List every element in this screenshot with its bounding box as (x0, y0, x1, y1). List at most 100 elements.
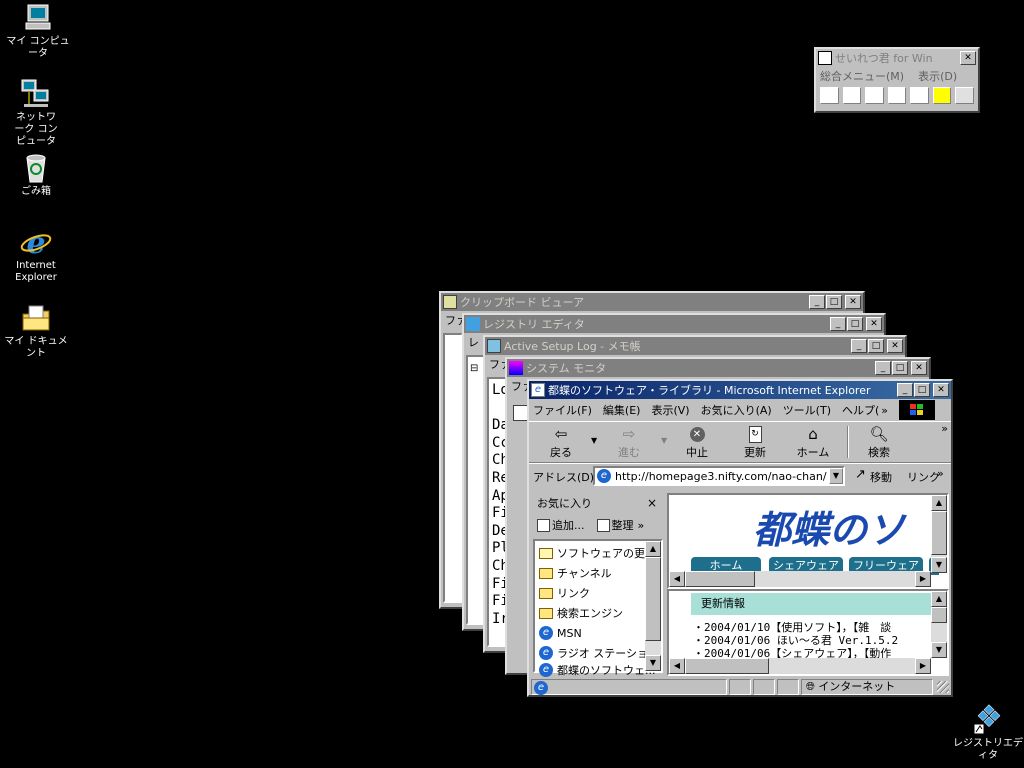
desktop-icon-recycle-bin[interactable]: ごみ箱 (0, 152, 72, 198)
favorites-list[interactable]: ソフトウェアの更... チャンネル リンク 検索エンジン e MSN e ラジオ ス… (533, 539, 663, 677)
close-button[interactable]: ✕ (866, 317, 882, 331)
cascade-icon[interactable] (820, 87, 839, 104)
tile-three-icon[interactable] (887, 87, 907, 104)
favorites-close-button[interactable]: × (647, 496, 657, 510)
tree-expander[interactable]: ⊟ (470, 363, 478, 374)
notepad-titlebar[interactable]: Active Setup Log - メモ帳 _ □ ✕ (485, 337, 905, 355)
tile-grid-icon[interactable] (910, 87, 929, 104)
scroll-thumb[interactable] (685, 571, 755, 587)
page-frame-top[interactable]: 都蝶のソ ホーム シェアウェア フリーウェア ▲ ▼ ◀ ▶ (667, 493, 949, 589)
scroll-right-button[interactable]: ▶ (915, 658, 931, 674)
refresh-button[interactable]: ↻ 更新 (735, 424, 775, 460)
desktop-icon-my-documents[interactable]: マイ ドキュメント (0, 302, 72, 360)
forward-button[interactable]: ⇨ 進む (609, 424, 649, 460)
close-button[interactable]: ✕ (911, 361, 927, 375)
maximize-button[interactable]: □ (914, 383, 930, 397)
page-frame-news[interactable]: 更新情報 ・2004/01/10【使用ソフト】，【雑 談 ・2004/01/06… (667, 589, 949, 676)
favorites-scrollbar[interactable]: ▲ ▼ (645, 541, 661, 671)
scroll-right-button[interactable]: ▶ (915, 571, 931, 587)
news-scrollbar-v[interactable]: ▲ ▼ (931, 591, 947, 658)
search-label: 検索 (868, 446, 890, 459)
scroll-down-button[interactable]: ▼ (931, 642, 947, 658)
minimize-button[interactable]: _ (897, 383, 913, 397)
sysmon-titlebar[interactable]: システム モニタ _ □ ✕ (507, 359, 929, 377)
minimize-button[interactable]: _ (851, 339, 867, 353)
menu-item-help[interactable]: ヘルプ( (842, 402, 879, 418)
scroll-thumb[interactable] (931, 511, 947, 555)
news-item[interactable]: ・2004/01/06 ほい～る君 Ver.1.5.2 (693, 634, 898, 647)
menu-more-chevron[interactable]: » (881, 404, 888, 417)
maximize-button[interactable]: □ (868, 339, 884, 353)
desktop-icon-internet-explorer[interactable]: e Internet Explorer (0, 226, 72, 284)
back-dropdown-icon[interactable]: ▼ (591, 436, 597, 445)
minimize-button[interactable]: _ (809, 295, 825, 309)
maximize-button[interactable]: □ (847, 317, 863, 331)
desktop-icon-network[interactable]: ネットワーク コンピュータ (0, 78, 72, 148)
maximize-button[interactable]: □ (826, 295, 842, 309)
address-input[interactable]: e http://homepage3.nifty.com/nao-chan/ (593, 466, 845, 486)
tile-horizontal-icon[interactable] (842, 87, 862, 104)
scroll-down-button[interactable]: ▼ (931, 557, 947, 573)
menu-item-view[interactable]: 表示(D) (918, 68, 957, 84)
news-item[interactable]: ・2004/01/10【使用ソフト】，【雑 談 (693, 621, 898, 634)
list-item[interactable]: 検索エンジン (535, 603, 661, 623)
search-button[interactable]: 🔍︎ 検索 (859, 424, 899, 460)
stop-button[interactable]: ✕ 中止 (677, 424, 717, 460)
add-favorite-button[interactable]: 追加... (552, 517, 585, 533)
close-button[interactable]: ✕ (960, 51, 976, 65)
seiretsu-titlebar[interactable]: せいれつ君 for Win ✕ (816, 49, 978, 67)
scroll-up-button[interactable]: ▲ (931, 495, 947, 511)
minimize-button[interactable]: _ (830, 317, 846, 331)
links-more-chevron[interactable]: » (937, 467, 944, 480)
menu-item-edit[interactable]: 編集(E) (603, 402, 641, 418)
scroll-down-button[interactable]: ▼ (645, 655, 661, 671)
desktop-icon-my-computer[interactable]: マイ コンピュータ (2, 2, 74, 60)
list-item[interactable]: チャンネル (535, 563, 661, 583)
toolbar-more-chevron[interactable]: » (941, 422, 948, 435)
maximize-button[interactable]: □ (892, 361, 908, 375)
ie-titlebar[interactable]: e 都蝶のソフトウェア・ライブラリ - Microsoft Internet E… (529, 381, 951, 399)
scroll-thumb[interactable] (685, 658, 769, 674)
close-button[interactable]: ✕ (845, 295, 861, 309)
scroll-up-button[interactable]: ▲ (645, 541, 661, 557)
tile-vertical-icon[interactable] (865, 87, 884, 104)
scroll-left-button[interactable]: ◀ (669, 571, 685, 587)
regedit-titlebar[interactable]: レジストリ エディタ _ □ ✕ (464, 315, 884, 333)
settings-icon[interactable] (955, 87, 975, 104)
scroll-up-button[interactable]: ▲ (931, 591, 947, 607)
close-button[interactable]: ✕ (887, 339, 903, 353)
menu-item-registry[interactable]: レ (468, 334, 479, 350)
go-button[interactable]: 移動 (870, 469, 892, 485)
list-item[interactable]: e ラジオ ステーショ... (535, 643, 661, 663)
minimize-button[interactable]: _ (875, 361, 891, 375)
menu-item-favorites[interactable]: お気に入り(A) (701, 402, 772, 418)
page-scrollbar-h[interactable]: ◀ ▶ (669, 571, 931, 587)
close-button[interactable]: ✕ (933, 383, 949, 397)
resize-grip-icon[interactable] (937, 681, 949, 693)
list-item[interactable]: リンク (535, 583, 661, 603)
favorites-more-chevron[interactable]: » (638, 519, 645, 532)
clipboard-titlebar[interactable]: クリップボード ビューア _ □ ✕ (441, 293, 863, 311)
scroll-thumb[interactable] (931, 607, 947, 623)
menu-item-tools[interactable]: ツール(T) (783, 402, 831, 418)
home-button[interactable]: ⌂ ホーム (793, 424, 833, 460)
menu-item-general[interactable]: 総合メニュー(M) (820, 68, 904, 84)
desktop-icon-regedit[interactable]: レジストリエディタ (952, 704, 1024, 762)
address-dropdown-button[interactable]: ▼ (829, 468, 843, 484)
page-scrollbar-v[interactable]: ▲ ▼ (931, 495, 947, 573)
list-item[interactable]: ソフトウェアの更... (535, 543, 661, 563)
list-item[interactable]: e MSN (535, 623, 661, 643)
arrange-icon[interactable] (932, 87, 952, 104)
scroll-thumb[interactable] (645, 557, 661, 641)
forward-dropdown-icon[interactable]: ▼ (661, 436, 667, 445)
links-button[interactable]: リンク (907, 469, 940, 485)
news-scrollbar-h[interactable]: ◀ ▶ (669, 658, 931, 674)
menu-item-view[interactable]: 表示(V) (651, 402, 689, 418)
back-button[interactable]: ⇦ 戻る (541, 424, 581, 460)
go-arrow-icon[interactable]: ↗ (855, 467, 866, 482)
list-item[interactable]: e 都蝶のソフトウェ... (535, 663, 661, 677)
menu-item-file[interactable]: ファイル(F) (533, 402, 592, 418)
scroll-left-button[interactable]: ◀ (669, 658, 685, 674)
clipboard-content[interactable] (443, 333, 463, 603)
organize-favorites-button[interactable]: 整理 (612, 517, 634, 533)
